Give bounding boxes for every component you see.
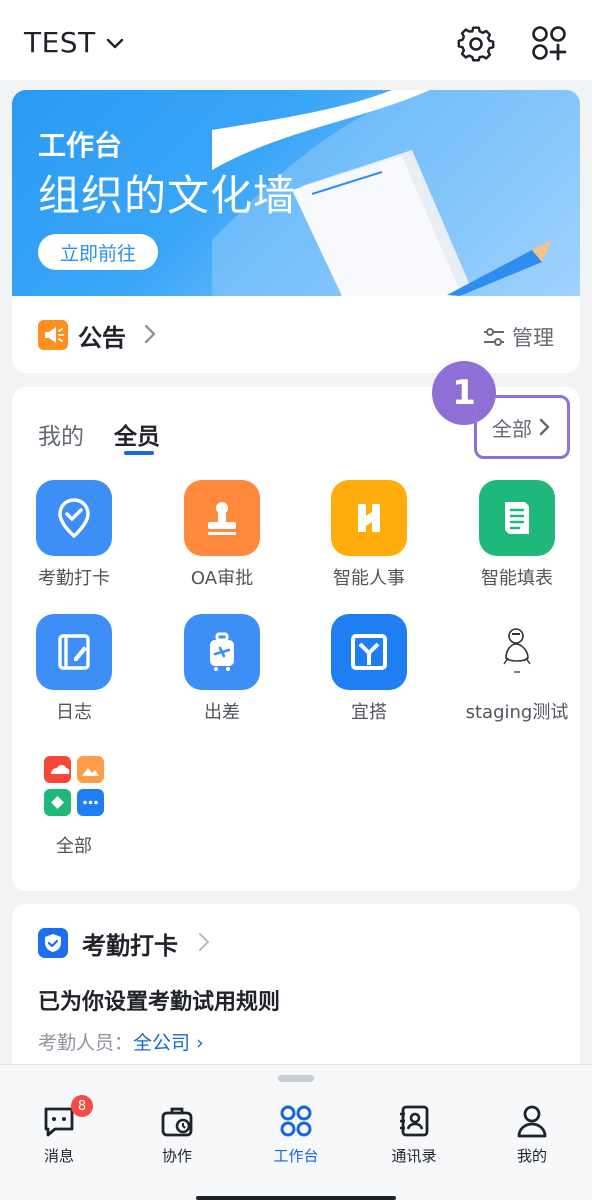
banner-subtitle: 组织的文化墙 [38, 171, 297, 220]
manage-button[interactable]: 管理 [482, 322, 554, 352]
attendance-people: 考勤人员：全公司 › [38, 1028, 204, 1055]
briefcase-clock-icon [161, 1107, 193, 1137]
chevron-right-icon [539, 418, 550, 436]
tab-mine[interactable]: 我的 [38, 417, 84, 451]
stamp-icon [184, 480, 260, 556]
chevron-right-icon [198, 932, 210, 952]
apps-card: 我的 全员 1 全部 考勤打卡 OA审批 智能人事 智能填表 日志 出差 宜搭 … [9, 361, 582, 891]
app-all[interactable]: 全部 [9, 748, 139, 858]
app-business-trip[interactable]: 出差 [157, 614, 287, 724]
app-grid-icon [36, 748, 112, 824]
app-staging-test[interactable]: staging测试 [452, 614, 582, 724]
tab-me[interactable]: 我的 [482, 1103, 582, 1166]
tab-label: 协作 [161, 1147, 192, 1165]
app-label: 智能人事 [333, 568, 405, 589]
app-label: staging测试 [465, 702, 569, 723]
announcement-label: 公告 [78, 324, 126, 352]
tab-contacts[interactable]: 通讯录 [364, 1103, 464, 1166]
tab-label: 消息 [43, 1147, 74, 1165]
chevron-right-icon [144, 324, 156, 344]
attendance-scope-link[interactable]: 全公司 › [133, 1032, 204, 1054]
banner-card: 工作台 组织的文化墙 立即前往 公告 管理 [12, 90, 580, 373]
culture-wall-banner[interactable]: 工作台 组织的文化墙 立即前往 [12, 90, 580, 296]
app-label: 考勤打卡 [38, 568, 110, 589]
app-label: 日志 [56, 702, 92, 723]
app-journal[interactable]: 日志 [9, 614, 139, 724]
all-apps-link[interactable]: 全部 [474, 395, 570, 459]
tab-workbench[interactable]: 工作台 [246, 1103, 346, 1166]
app-yida[interactable]: 宜搭 [304, 614, 434, 724]
luggage-icon [184, 614, 260, 690]
attendance-people-label: 考勤人员： [38, 1032, 134, 1054]
attendance-card: 考勤打卡 已为你设置考勤试用规则 考勤人员：全公司 › [12, 904, 580, 1074]
bottom-tab-bar: 8 消息 协作 工作台 通讯录 我的 [0, 1064, 592, 1200]
attendance-title[interactable]: 考勤打卡 [82, 926, 178, 961]
form-icon [479, 480, 555, 556]
app-label: 宜搭 [351, 702, 387, 723]
org-switcher[interactable]: TEST [24, 26, 126, 59]
app-label: 智能填表 [481, 568, 553, 589]
sketch-figure-icon [479, 614, 555, 690]
workbench-grid-icon [280, 1105, 312, 1137]
tab-all-members[interactable]: 全员 [114, 417, 160, 451]
app-label: 出差 [204, 702, 240, 723]
all-apps-label: 全部 [492, 416, 532, 441]
active-tab-underline [124, 451, 154, 455]
shield-check-icon [38, 928, 68, 958]
person-icon [517, 1105, 547, 1138]
journal-icon [36, 614, 112, 690]
top-bar: TEST [0, 0, 592, 80]
manage-label: 管理 [512, 326, 554, 350]
drag-handle[interactable] [278, 1075, 314, 1082]
attendance-scope-value: 全公司 [133, 1032, 191, 1054]
app-smart-form[interactable]: 智能填表 [452, 480, 582, 590]
chevron-down-icon [106, 38, 123, 48]
announcement-row[interactable]: 公告 管理 [12, 296, 580, 373]
app-label: OA审批 [190, 568, 254, 589]
home-indicator [196, 1196, 396, 1200]
location-check-icon [36, 480, 112, 556]
tab-messages[interactable]: 8 消息 [9, 1095, 109, 1166]
add-app-icon[interactable] [530, 24, 570, 64]
app-oa-approval[interactable]: OA审批 [157, 480, 287, 590]
org-name: TEST [24, 26, 96, 59]
gear-icon[interactable] [456, 24, 496, 64]
contacts-book-icon [400, 1105, 429, 1137]
unread-badge: 8 [71, 1095, 93, 1117]
app-label: 全部 [56, 836, 92, 857]
megaphone-icon [38, 320, 68, 350]
tab-label: 通讯录 [391, 1147, 437, 1165]
tab-label: 我的 [516, 1147, 547, 1165]
yida-icon [331, 614, 407, 690]
sliders-icon [484, 328, 504, 346]
tab-collaboration[interactable]: 协作 [127, 1103, 227, 1166]
attendance-message: 已为你设置考勤试用规则 [38, 990, 281, 1015]
tab-label: 工作台 [273, 1147, 319, 1165]
app-smart-hr[interactable]: 智能人事 [304, 480, 434, 590]
banner-title: 工作台 [38, 129, 123, 162]
app-attendance[interactable]: 考勤打卡 [9, 480, 139, 590]
go-now-button[interactable]: 立即前往 [38, 234, 158, 270]
hr-icon [331, 480, 407, 556]
